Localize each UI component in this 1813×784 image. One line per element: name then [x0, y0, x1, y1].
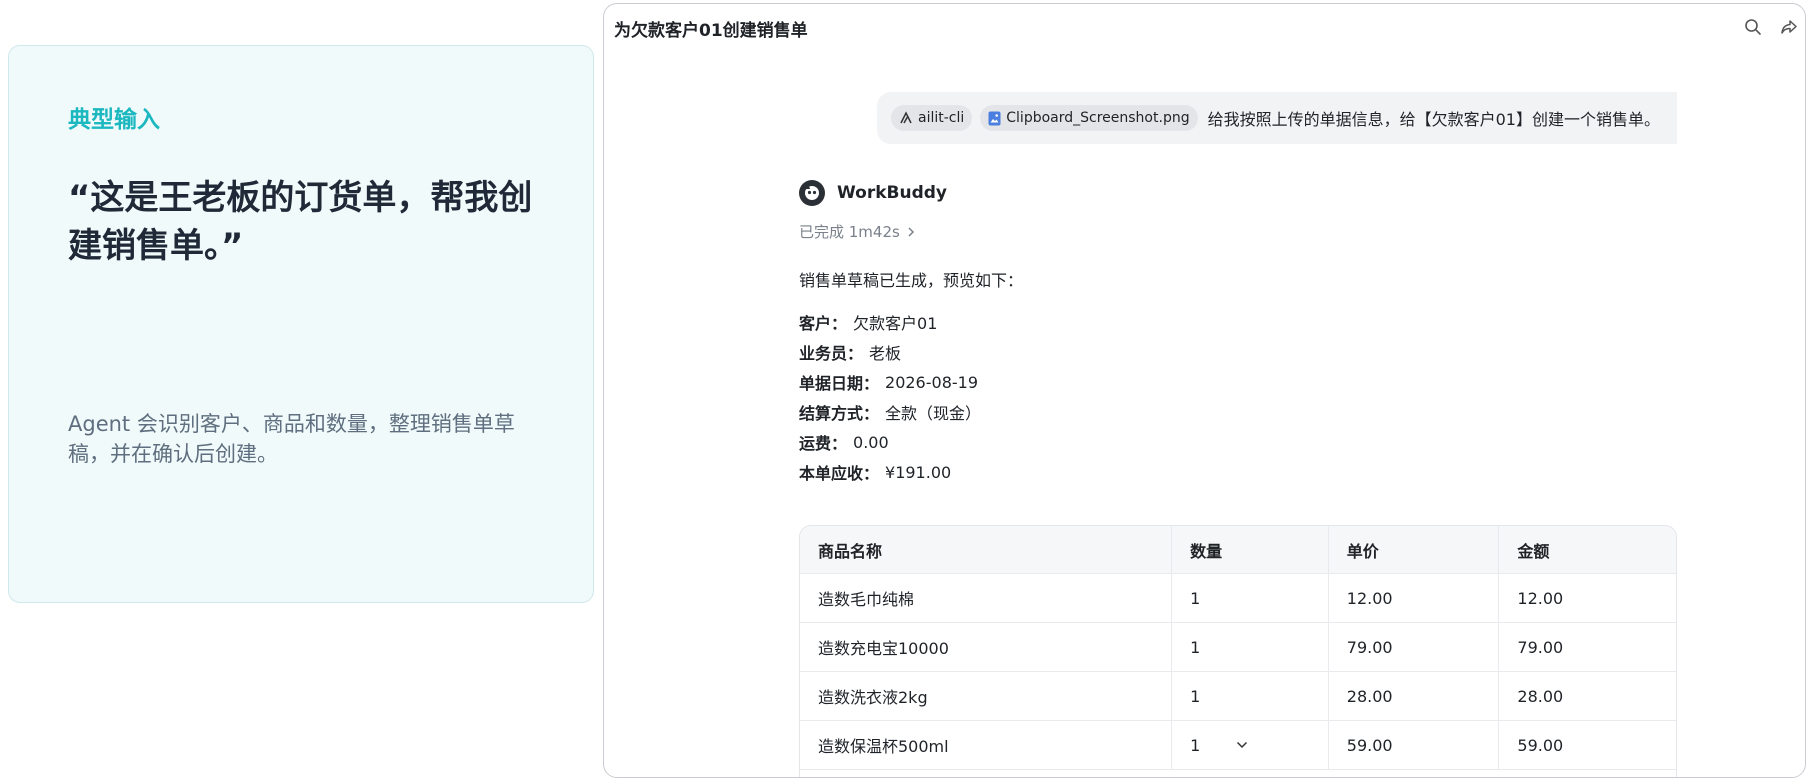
header-qty: 数量: [1172, 526, 1329, 573]
field-salesperson: 业务员： 老板: [799, 344, 902, 363]
table-row: 造数保温杯500ml 1 59.00 59.00: [800, 721, 1676, 770]
field-customer: 客户： 欠款客户01: [799, 314, 938, 333]
chevron-right-icon: [908, 226, 914, 237]
search-icon[interactable]: [1740, 14, 1766, 40]
header-name: 商品名称: [800, 526, 1173, 573]
items-table: 商品名称 数量 单价 金额 造数毛巾纯棉 1 12.00 12.00 造数充电宝…: [799, 525, 1677, 777]
table-row: 造数洗衣液2kg 1 28.00 28.00: [800, 672, 1676, 721]
user-message-text: 给我按照上传的单据信息，给【欠款客户01】创建一个销售单。: [1207, 110, 1660, 129]
conversation-title: 为欠款客户01创建销售单: [614, 21, 808, 41]
cli-chip-label: ailit-cli: [918, 110, 965, 126]
reply-intro: 销售单草稿已生成，预览如下：: [799, 271, 1024, 290]
share-icon[interactable]: [1776, 14, 1802, 40]
header-amount: 金额: [1517, 541, 1550, 561]
field-date: 单据日期： 2026-08-19: [799, 372, 978, 394]
field-receivable: 本单应收： ¥191.00: [799, 462, 952, 484]
example-quote: “这是王老板的订货单，帮我创建销售单。”: [68, 178, 533, 266]
completion-status[interactable]: 已完成 1m42s: [799, 221, 916, 242]
chat-window: 为欠款客户01创建销售单 ailit-cli Clipboard_Screens…: [603, 3, 1806, 778]
card-label: 典型输入: [68, 107, 160, 133]
cli-chip[interactable]: ailit-cli: [891, 105, 973, 131]
agent-header: WorkBuddy: [799, 180, 947, 206]
table-row: 造数充电宝10000 1 79.00 79.00: [800, 623, 1676, 672]
table-row: 造数毛巾纯棉 1 12.00 12.00: [800, 574, 1676, 623]
card-description: Agent 会识别客户、商品和数量，整理销售单草稿，并在确认后创建。: [68, 412, 515, 466]
user-message: ailit-cli Clipboard_Screenshot.png 给我按照上…: [877, 92, 1677, 144]
order-fields: 客户： 欠款客户01 业务员： 老板 单据日期： 2026-08-19 结算方式： 全款…: [799, 307, 981, 487]
field-settlement: 结算方式： 全款（现金）: [799, 404, 982, 423]
image-file-icon: [988, 111, 1001, 125]
workbuddy-avatar-icon: [799, 180, 825, 206]
field-freight: 运费： 0.00: [799, 432, 889, 454]
chevron-down-icon: [1236, 741, 1248, 749]
typical-input-card: 典型输入 “这是王老板的订货单，帮我创建销售单。” Agent 会识别客户、商品…: [8, 45, 594, 603]
status-text: 已完成 1m42s: [799, 223, 900, 241]
header-price: 单价: [1329, 526, 1500, 573]
table-header: 商品名称 数量 单价 金额: [800, 526, 1676, 574]
file-chip[interactable]: Clipboard_Screenshot.png: [980, 105, 1198, 131]
tool-icon: [900, 111, 912, 124]
agent-name: WorkBuddy: [837, 183, 947, 203]
qty-select[interactable]: 1: [1172, 721, 1329, 769]
file-chip-label: Clipboard_Screenshot.png: [1006, 110, 1190, 126]
